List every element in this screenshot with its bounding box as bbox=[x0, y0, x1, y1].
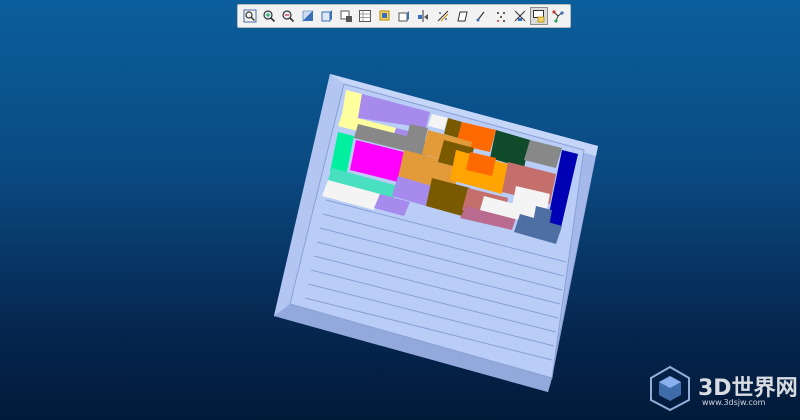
cube-logo-icon bbox=[650, 365, 690, 412]
watermark-url: www.3dsjw.com bbox=[702, 398, 766, 407]
graphics-viewport[interactable]: 3D世界网 www.3dsjw.com bbox=[0, 0, 800, 420]
puzzle-tray-model[interactable] bbox=[0, 0, 800, 420]
watermark: 3D世界网 www.3dsjw.com bbox=[644, 362, 798, 416]
